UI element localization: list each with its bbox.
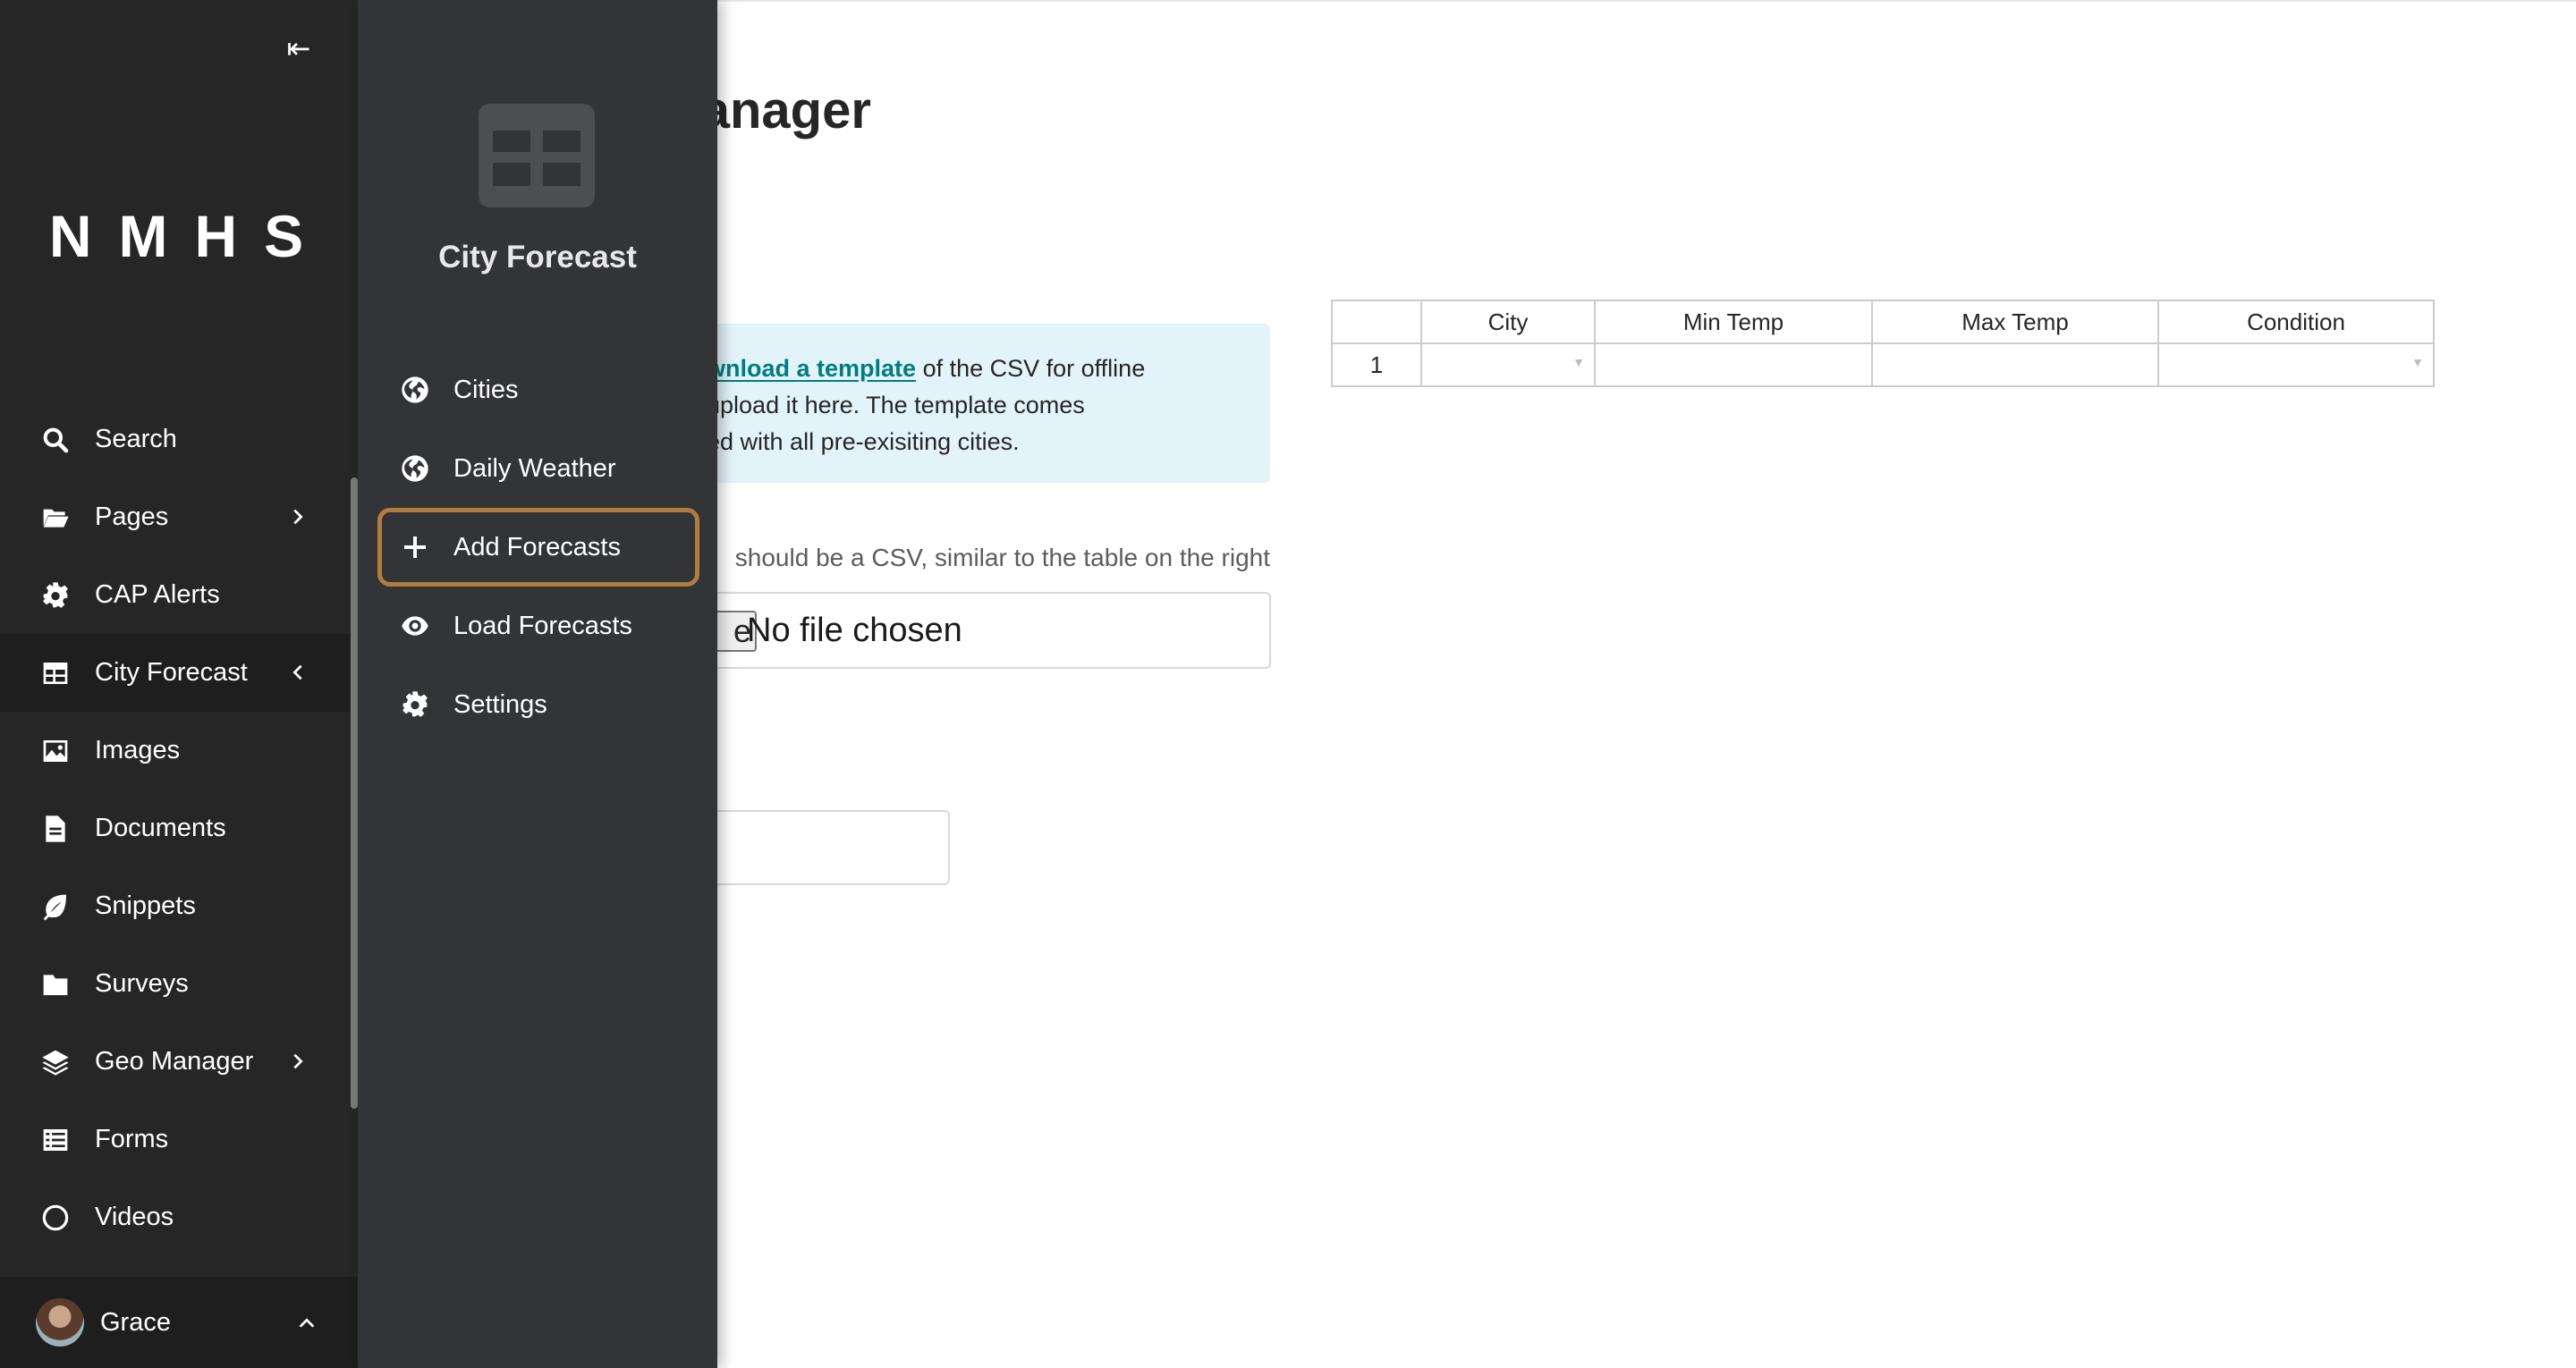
app-root: t Manager st wnload a template of the CS… <box>0 0 2576 1368</box>
sidebar-item-geo-manager[interactable]: Geo Manager <box>0 1023 358 1101</box>
download-template-link[interactable]: wnload a template <box>707 355 916 382</box>
sidebar-item-label: Surveys <box>95 969 189 998</box>
sidebar-item-cap-alerts[interactable]: CAP Alerts <box>0 556 358 634</box>
chevron-right-icon <box>284 1048 311 1075</box>
flyout-title: City Forecast <box>438 240 637 274</box>
grid-row-number: 1 <box>1331 342 1422 387</box>
sidebar-item-label: Videos <box>95 1203 174 1231</box>
flyout-item-daily-weather[interactable]: Daily Weather <box>377 429 699 508</box>
chevron-up-icon <box>297 1311 317 1340</box>
flyout-item-label: Settings <box>453 689 547 719</box>
sidebar-item-label: Pages <box>95 502 169 531</box>
search-icon <box>39 424 72 456</box>
grid-cell-max-temp[interactable] <box>1871 342 2159 387</box>
help-text-line2: upload it here. The template comes <box>707 392 1085 418</box>
flyout-item-add-forecasts[interactable]: Add Forecasts <box>377 508 699 587</box>
grid-header-min-temp: Min Temp <box>1594 300 1873 344</box>
grid-header-corner <box>1331 300 1422 344</box>
sidebar-item-pages[interactable]: Pages <box>0 478 358 556</box>
city-forecast-flyout: City Forecast Cities Daily Weather Add F… <box>358 0 717 1368</box>
sidebar-item-label: Snippets <box>95 891 196 920</box>
sidebar-item-forms[interactable]: Forms <box>0 1101 358 1178</box>
table-row: 1 <box>1331 342 2435 387</box>
flyout-item-label: Cities <box>453 375 519 404</box>
leaf-icon <box>39 891 72 923</box>
sidebar-item-videos[interactable]: Videos <box>0 1178 358 1256</box>
grid-cell-min-temp[interactable] <box>1594 342 1873 387</box>
document-icon <box>39 813 72 845</box>
plus-icon <box>400 532 430 562</box>
flyout-nav: Cities Daily Weather Add Forecasts Load … <box>377 350 699 744</box>
circle-icon <box>39 1202 72 1234</box>
sidebar-item-city-forecast[interactable]: City Forecast <box>0 634 358 712</box>
sidebar-item-label: Search <box>95 425 177 453</box>
image-icon <box>39 735 72 767</box>
sidebar: ⇤ NMHS Search Pages CAP Alerts City Fore… <box>0 0 358 1368</box>
sidebar-item-label: Geo Manager <box>95 1047 254 1076</box>
sidebar-item-surveys[interactable]: Surveys <box>0 945 358 1023</box>
help-text-line1: of the CSV for offline <box>916 355 1146 382</box>
flyout-item-label: Add Forecasts <box>453 532 621 562</box>
grid-cell-city[interactable] <box>1420 342 1596 387</box>
grid-header-max-temp: Max Temp <box>1871 300 2159 344</box>
folder-icon <box>39 968 72 1001</box>
cog-icon <box>400 689 430 720</box>
sidebar-item-snippets[interactable]: Snippets <box>0 867 358 945</box>
grid-cell-condition[interactable] <box>2157 342 2435 387</box>
sidebar-scrollbar[interactable] <box>351 477 358 1109</box>
flyout-item-settings[interactable]: Settings <box>377 665 699 744</box>
table-icon <box>39 657 72 689</box>
sidebar-item-documents[interactable]: Documents <box>0 790 358 867</box>
chevron-left-icon <box>284 659 311 686</box>
layers-icon <box>39 1046 72 1078</box>
sidebar-item-label: Forms <box>95 1125 169 1153</box>
globe-icon <box>400 453 430 484</box>
user-menu[interactable]: Grace <box>0 1277 358 1368</box>
grid-header-condition: Condition <box>2157 300 2435 344</box>
grid-header-city: City <box>1420 300 1596 344</box>
flyout-item-cities[interactable]: Cities <box>377 350 699 429</box>
globe-icon <box>400 375 430 405</box>
flyout-item-label: Daily Weather <box>453 453 616 483</box>
sidebar-item-images[interactable]: Images <box>0 712 358 790</box>
help-text-line3: ed with all pre-exisiting cities. <box>707 428 1020 455</box>
collapse-sidebar-button[interactable]: ⇤ <box>279 32 318 64</box>
sidebar-nav: Search Pages CAP Alerts City Forecast Im… <box>0 401 358 1256</box>
forecast-grid: City Min Temp Max Temp Condition 1 <box>1331 300 2435 387</box>
flyout-item-label: Load Forecasts <box>453 611 632 640</box>
sidebar-item-label: Images <box>95 736 181 764</box>
flyout-item-load-forecasts[interactable]: Load Forecasts <box>377 587 699 665</box>
sidebar-item-label: CAP Alerts <box>95 580 220 609</box>
sidebar-item-search[interactable]: Search <box>0 401 358 478</box>
eye-icon <box>400 611 430 641</box>
sidebar-item-label: Documents <box>95 814 226 842</box>
sidebar-item-label: City Forecast <box>95 658 248 687</box>
folder-open-icon <box>39 502 72 534</box>
cog-icon <box>39 579 72 612</box>
logo[interactable]: NMHS <box>0 202 358 270</box>
chevron-right-icon <box>284 503 311 530</box>
user-name: Grace <box>100 1307 171 1337</box>
list-icon <box>39 1124 72 1156</box>
avatar <box>36 1298 84 1347</box>
file-status: No file chosen <box>747 612 962 649</box>
table-icon <box>479 104 595 207</box>
